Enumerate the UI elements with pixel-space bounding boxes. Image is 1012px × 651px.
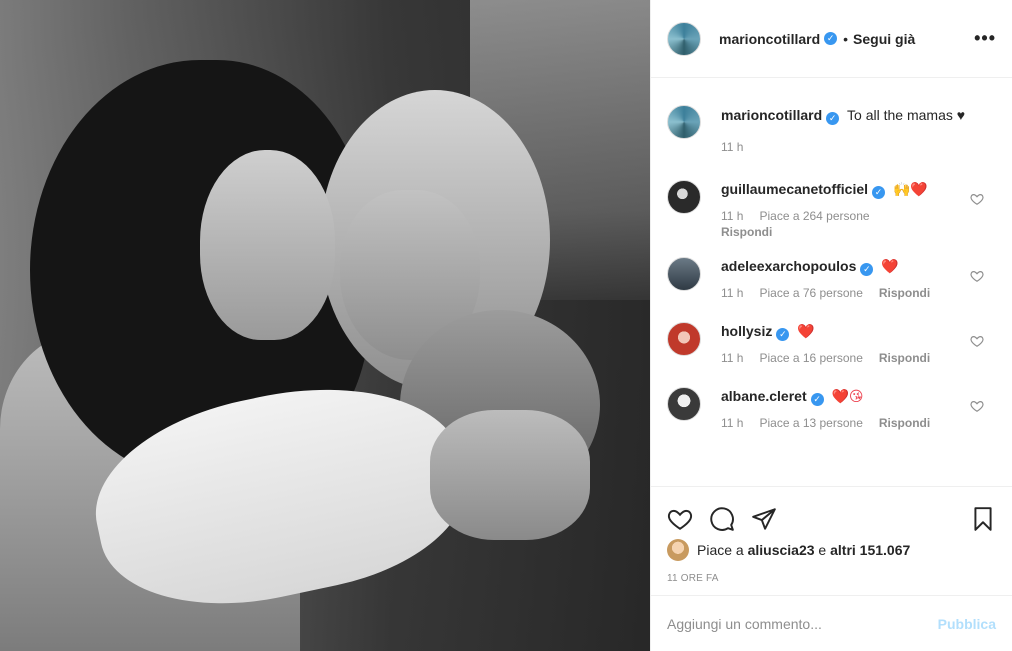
comment-likes[interactable]: Piace a 264 persone: [759, 209, 869, 223]
comment-time: 11 h: [721, 209, 744, 223]
comment-avatar[interactable]: [667, 257, 701, 291]
verified-badge-icon: ✓: [872, 186, 886, 199]
comments-list[interactable]: marioncotillard ✓ To all the mamas ♥ 11 h…: [651, 79, 1012, 486]
post-header: marioncotillard ✓ • Segui già •••: [651, 0, 1012, 78]
reply-button[interactable]: Rispondi: [879, 416, 930, 430]
comment-item: hollysiz ✓ ❤️ 11 h Piace a 16 persone Ris…: [667, 322, 996, 365]
comment-time: 11 h: [721, 286, 744, 300]
caption-username[interactable]: marioncotillard: [721, 107, 822, 123]
verified-badge-icon: ✓: [826, 112, 840, 125]
comment-bubble-icon[interactable]: [709, 506, 735, 532]
reply-button[interactable]: Rispondi: [879, 351, 930, 365]
comment-username[interactable]: hollysiz: [721, 323, 772, 339]
likes-summary: Piace a aliuscia23 e altri 151.067: [651, 539, 1012, 561]
comment-item: albane.cleret ✓ ❤️😘 11 h Piace a 13 perso…: [667, 387, 996, 430]
comment-username[interactable]: guillaumecanetofficiel: [721, 181, 868, 197]
comment-username[interactable]: albane.cleret: [721, 388, 807, 404]
comment-avatar[interactable]: [667, 322, 701, 356]
author-avatar[interactable]: [667, 21, 701, 56]
comment-like-heart-icon[interactable]: [970, 334, 984, 348]
photo-hand: [430, 410, 590, 540]
post-photo[interactable]: [0, 0, 650, 651]
comment-text: ❤️: [881, 258, 899, 274]
action-icons-row: [651, 487, 1012, 539]
verified-badge-icon: ✓: [776, 328, 790, 341]
comment-input[interactable]: [667, 615, 938, 632]
comment-text: ❤️😘: [831, 388, 864, 404]
comment-likes[interactable]: Piace a 13 persone: [759, 416, 862, 430]
likes-others-link[interactable]: altri 151.067: [830, 542, 910, 558]
comment-time: 11 h: [721, 351, 744, 365]
comment-avatar[interactable]: [667, 180, 701, 214]
comment-likes[interactable]: Piace a 16 persone: [759, 351, 862, 365]
follow-status-button[interactable]: Segui già: [853, 31, 915, 47]
separator-dot: •: [843, 30, 849, 47]
caption: marioncotillard ✓ To all the mamas ♥ 11 h: [667, 105, 996, 154]
comment-item: adeleexarchopoulos ✓ ❤️ 11 h Piace a 76 p…: [667, 257, 996, 300]
reply-button[interactable]: Rispondi: [721, 225, 996, 239]
comment-like-heart-icon[interactable]: [970, 269, 984, 283]
reply-button[interactable]: Rispondi: [879, 286, 930, 300]
liker-username[interactable]: aliuscia23: [748, 542, 815, 558]
comment-text: 🙌❤️: [892, 181, 928, 197]
verified-badge-icon: ✓: [824, 32, 838, 45]
verified-badge-icon: ✓: [860, 263, 874, 276]
comment-time: 11 h: [721, 416, 744, 430]
share-send-icon[interactable]: [751, 506, 777, 532]
post-time-ago[interactable]: 11 ORE FA: [651, 573, 1012, 584]
photo-face-woman: [200, 150, 335, 340]
comment-like-heart-icon[interactable]: [970, 399, 984, 413]
more-options-icon[interactable]: •••: [974, 28, 996, 49]
post-side-panel: marioncotillard ✓ • Segui già ••• marion…: [650, 0, 1012, 651]
save-bookmark-icon[interactable]: [970, 506, 996, 532]
comment-avatar[interactable]: [667, 387, 701, 421]
caption-text: To all the mamas ♥: [847, 107, 966, 123]
instagram-post: marioncotillard ✓ • Segui già ••• marion…: [0, 0, 1012, 651]
caption-time: 11 h: [721, 140, 744, 154]
like-heart-icon[interactable]: [667, 506, 693, 532]
caption-avatar[interactable]: [667, 105, 701, 139]
comment-composer: Pubblica: [651, 595, 1012, 651]
author-username[interactable]: marioncotillard: [719, 31, 820, 47]
comment-like-heart-icon[interactable]: [970, 192, 984, 206]
comment-text: ❤️: [797, 323, 815, 339]
likes-mid: e: [818, 542, 827, 558]
verified-badge-icon: ✓: [810, 393, 824, 406]
liker-avatar[interactable]: [667, 539, 689, 561]
likes-prefix: Piace a: [697, 542, 744, 558]
comment-username[interactable]: adeleexarchopoulos: [721, 258, 856, 274]
comment-item: guillaumecanetofficiel ✓ 🙌❤️ 11 h Piace a…: [667, 180, 996, 239]
comment-likes[interactable]: Piace a 76 persone: [759, 286, 862, 300]
publish-button[interactable]: Pubblica: [938, 616, 996, 632]
